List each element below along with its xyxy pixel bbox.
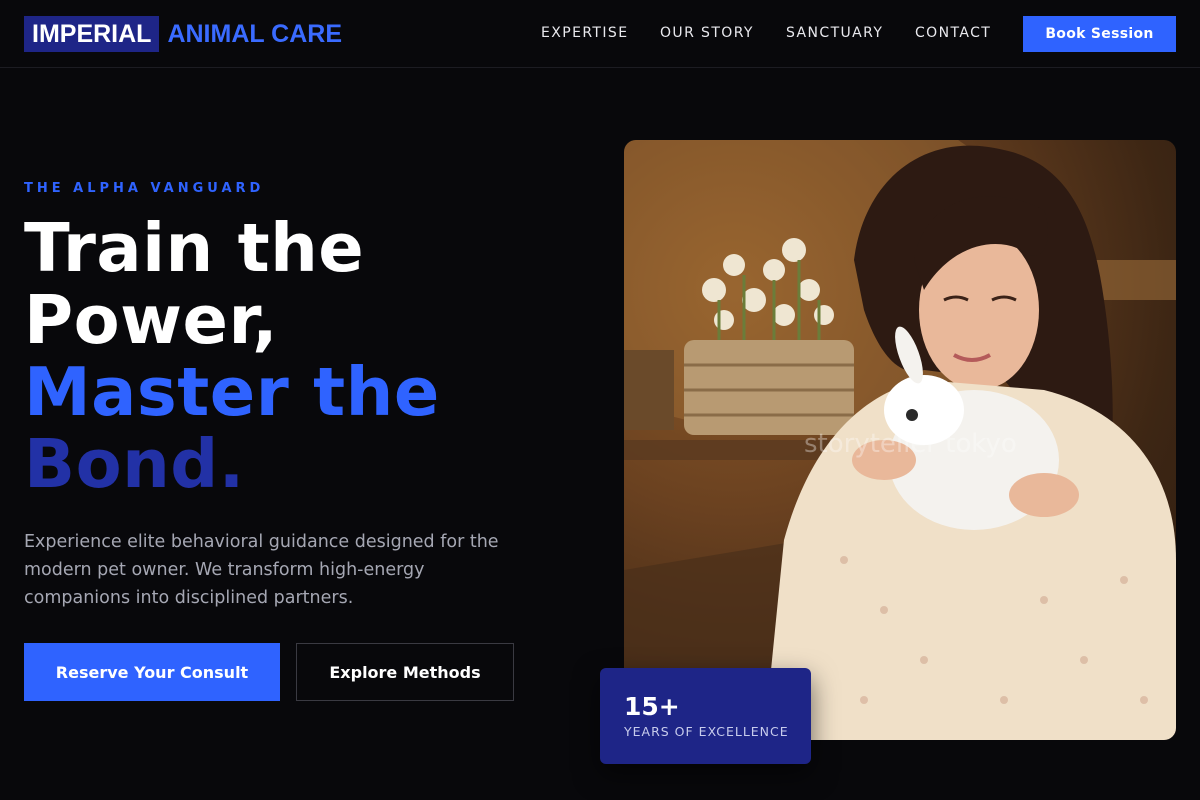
experience-stat-card: 15+ YEARS OF EXCELLENCE	[600, 668, 811, 764]
woman-with-rabbit-illustration: storyteller tokyo	[624, 140, 1176, 740]
site-header: IMPERIAL ANIMAL CARE EXPERTISE OUR STORY…	[0, 0, 1200, 68]
explore-methods-button[interactable]: Explore Methods	[296, 643, 514, 701]
nav-item-expertise[interactable]: EXPERTISE	[541, 25, 628, 41]
nav-item-our-story[interactable]: OUR STORY	[660, 25, 754, 41]
headline-line-3: Master the	[24, 353, 440, 431]
stat-number: 15+	[624, 692, 680, 721]
watermark: storyteller tokyo	[804, 429, 1017, 459]
hero-description: Experience elite behavioral guidance des…	[24, 532, 499, 608]
hero-eyebrow: THE ALPHA VANGUARD	[24, 181, 265, 196]
headline-line-2: Power,	[24, 281, 279, 359]
logo-text: ANIMAL CARE	[167, 19, 342, 48]
stat-label: YEARS OF EXCELLENCE	[624, 724, 789, 739]
nav-item-sanctuary[interactable]: SANCTUARY	[786, 25, 883, 41]
basket	[684, 340, 854, 435]
book-session-button[interactable]: Book Session	[1023, 16, 1176, 52]
hero-photo: storyteller tokyo	[624, 140, 1176, 740]
logo[interactable]: IMPERIAL ANIMAL CARE	[24, 16, 342, 52]
nav-item-contact[interactable]: CONTACT	[915, 25, 991, 41]
hero-headline: Train the Power, Master the Bond.	[24, 212, 440, 500]
headline-line-1: Train the	[24, 209, 365, 287]
headline-line-4: Bond.	[24, 425, 245, 503]
logo-mark: IMPERIAL	[24, 16, 160, 52]
reserve-consult-button[interactable]: Reserve Your Consult	[24, 643, 280, 701]
